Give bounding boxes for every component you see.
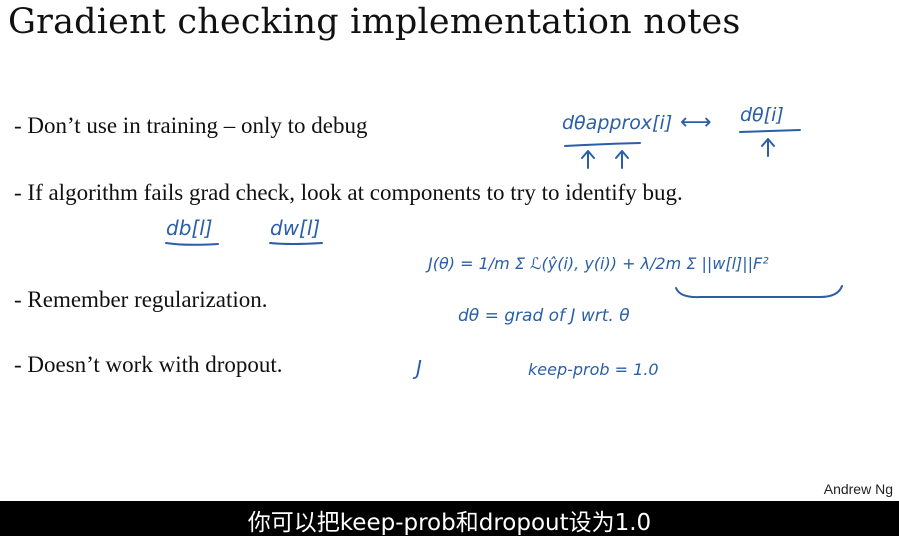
slide-title: Gradient checking implementation notes: [8, 2, 741, 42]
bullet-remember-regularization: - Remember regularization.: [14, 287, 268, 312]
bullet-dont-use-in-training: - Don’t use in training – only to debug: [14, 113, 368, 138]
underline-dw: [269, 242, 323, 245]
annotation-dw: dw[l]: [270, 216, 321, 240]
underline-dtheta-i: [739, 129, 801, 133]
up-arrow-left: [581, 150, 595, 169]
annotation-dtheta-i: dθ[i]: [740, 104, 784, 126]
annotation-dtheta-approx: dθapprox[i]: [562, 112, 673, 134]
annotation-dtheta-grad: dθ = grad of J wrt. θ: [458, 306, 630, 326]
underline-db: [165, 242, 219, 246]
bullet-algorithm-fails: - If algorithm fails grad check, look at…: [14, 180, 683, 205]
annotation-keep-prob: keep-prob = 1.0: [528, 360, 659, 379]
bullet-dropout: - Doesn’t work with dropout.: [14, 352, 283, 377]
annotation-double-arrow: ⟷: [680, 110, 712, 135]
bracket-regularization: [675, 285, 843, 299]
up-arrow-dtheta-i: [761, 138, 775, 157]
annotation-j-symbol: J: [416, 356, 422, 380]
subtitle-caption: 你可以把keep-prob和dropout设为1.0: [247, 510, 652, 536]
slide: Gradient checking implementation notes -…: [0, 0, 899, 536]
underline-dtheta-approx: [564, 142, 641, 147]
up-arrow-right: [615, 150, 629, 169]
annotation-db: db[l]: [166, 216, 213, 240]
author-credit: Andrew Ng: [823, 481, 893, 497]
annotation-cost-function: J(θ) = 1/m Σ ℒ(ŷ(i), y(i)) + λ/2m Σ ||w[…: [428, 254, 769, 273]
